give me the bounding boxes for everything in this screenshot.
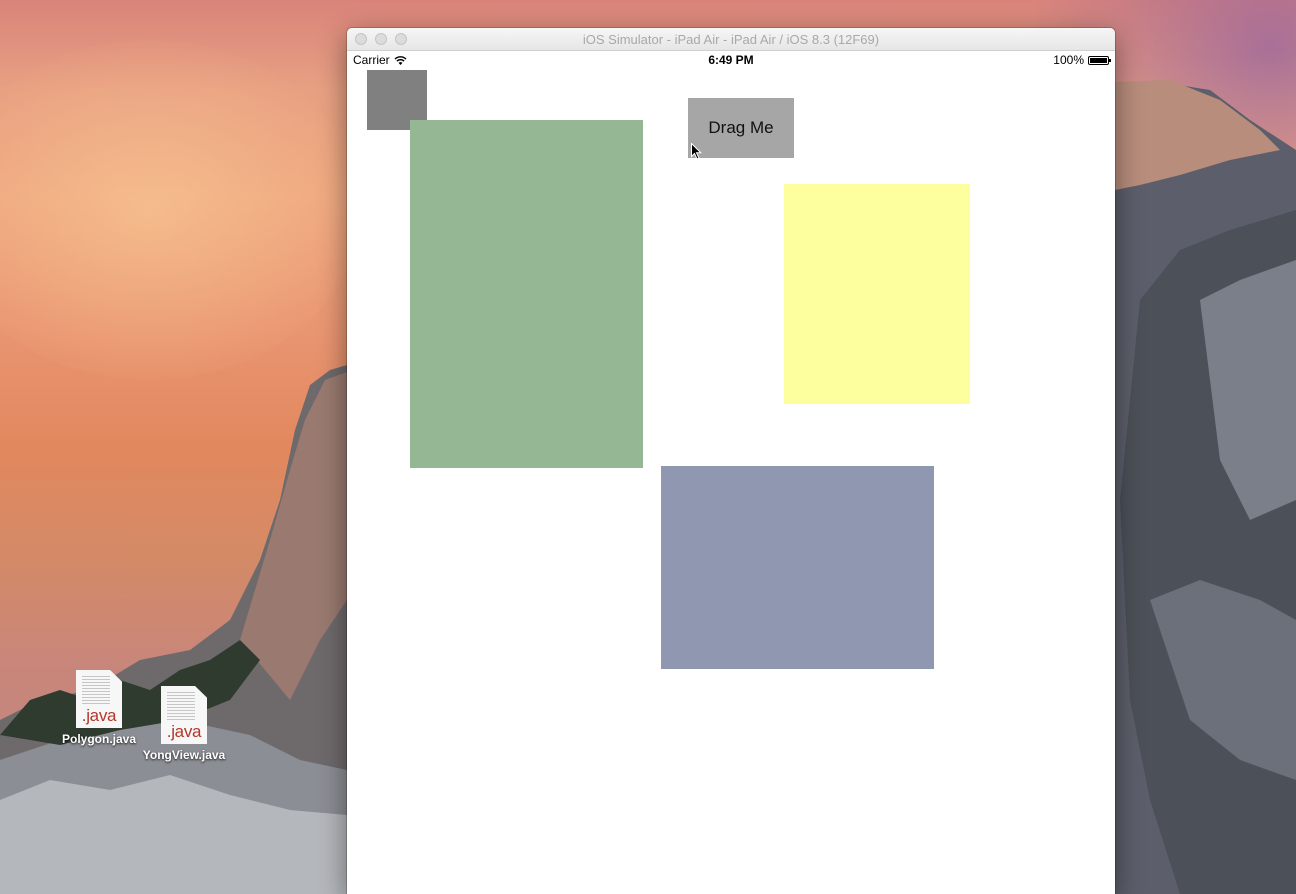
- battery-percent: 100%: [1053, 53, 1084, 67]
- battery-indicator: 100%: [1053, 53, 1111, 67]
- java-file-icon: .java: [161, 686, 207, 744]
- status-time: 6:49 PM: [708, 53, 754, 67]
- window-titlebar[interactable]: iOS Simulator - iPad Air - iPad Air / iO…: [347, 28, 1115, 51]
- window-title: iOS Simulator - iPad Air - iPad Air / iO…: [582, 32, 880, 47]
- desktop-file-name: YongView.java: [142, 748, 226, 762]
- blue-rectangle[interactable]: [661, 466, 934, 669]
- battery-icon: [1088, 55, 1111, 65]
- yellow-rectangle[interactable]: [784, 184, 970, 404]
- drag-me-button[interactable]: Drag Me: [688, 98, 794, 158]
- simulator-window: iOS Simulator - iPad Air - iPad Air / iO…: [347, 28, 1115, 894]
- desktop-file-yongview-java[interactable]: .java YongView.java: [134, 686, 234, 762]
- ipad-screen[interactable]: Carrier 6:49 PM 100% Drag Me: [347, 51, 1115, 894]
- file-preview-lines: [167, 692, 195, 722]
- java-file-icon: .java: [76, 670, 122, 728]
- ios-status-bar: Carrier 6:49 PM 100%: [347, 51, 1115, 69]
- file-preview-lines: [82, 676, 110, 706]
- file-extension-label: .java: [166, 722, 202, 741]
- file-extension-label: .java: [81, 706, 117, 725]
- green-rectangle[interactable]: [410, 120, 643, 468]
